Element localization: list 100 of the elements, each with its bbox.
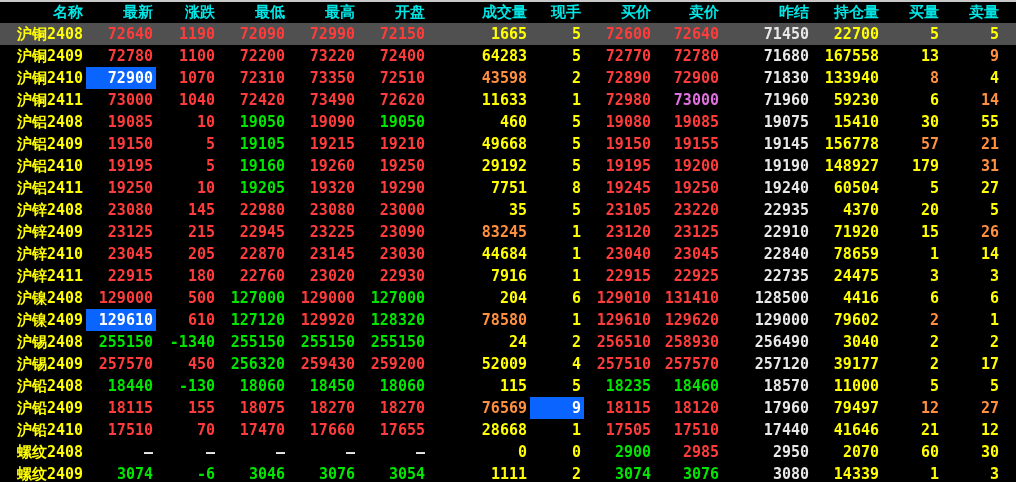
table-cell: 2950 [772,444,809,460]
table-cell: 255150 [230,334,285,350]
table-cell: 1 [929,466,939,482]
table-cell: 11633 [481,92,527,108]
table-row[interactable]: 沪铅2409 18115 155 18075 18270 18270 76569 9 18115 18120 17960 79497 12 27 [0,397,1016,419]
table-cell: 19145 [763,136,809,152]
table-cell: 257120 [754,356,809,372]
column-header[interactable]: 卖量 [942,2,1002,23]
table-row[interactable]: 沪铜2410 72900 1070 72310 73350 72510 43598 2 72890 72900 71830 133940 8 4 [0,67,1016,89]
table-cell: 70 [196,422,215,438]
table-cell: 72900 [107,70,153,86]
column-header[interactable]: 名称 [0,2,86,23]
table-cell: 259200 [370,356,425,372]
table-cell: 256510 [596,334,651,350]
table-cell: 1 [929,246,939,262]
table-cell: 19200 [673,158,719,174]
table-cell: 257510 [596,356,651,372]
column-header[interactable]: 成交量 [428,2,530,23]
table-cell: 23120 [605,224,651,240]
table-cell: 6 [929,290,939,306]
instrument-name: 沪锌2410 [15,243,84,265]
table-cell: 23030 [379,246,425,262]
table-cell: 2985 [682,444,719,460]
table-cell: 255150 [300,334,355,350]
table-cell: 17510 [107,422,153,438]
table-cell: 3046 [248,466,285,482]
column-header[interactable]: 开盘 [358,2,428,23]
table-row[interactable]: 沪铝2411 19250 10 19205 19320 19290 7751 8 19245 19250 19240 60504 5 27 [0,177,1016,199]
table-cell: 256320 [230,356,285,372]
table-cell: 205 [187,246,215,262]
table-cell: 129000 [754,312,809,328]
table-cell: 155 [187,400,215,416]
table-cell: 5 [929,180,939,196]
table-row[interactable]: 沪镍2408 129000 500 127000 129000 127000 204 6 129010 131410 128500 4416 6 6 [0,287,1016,309]
table-row[interactable]: 沪锡2409 257570 450 256320 259430 259200 52009 4 257510 257570 257120 39177 2 17 [0,353,1016,375]
table-row[interactable]: 沪铅2408 18440 -130 18060 18450 18060 115 5 18235 18460 18570 11000 5 5 [0,375,1016,397]
column-header[interactable]: 最新 [86,2,156,23]
table-row[interactable]: 沪铜2409 72780 1100 72200 73220 72400 64283 5 72770 72780 71680 167558 13 9 [0,45,1016,67]
table-cell: 22930 [379,268,425,284]
table-cell: 6 [989,290,999,306]
table-cell: 19195 [107,158,153,174]
table-cell: 6 [571,290,581,306]
instrument-name: 沪锌2408 [15,199,84,221]
table-row[interactable]: 沪铜2408 72640 1190 72090 72990 72150 1665 5 72600 72640 71450 22700 5 5 [0,23,1016,45]
table-cell: 52009 [481,356,527,372]
table-cell: 27 [980,180,999,196]
table-cell: 13 [920,48,939,64]
table-cell: 1100 [178,48,215,64]
table-cell: 19250 [673,180,719,196]
table-row[interactable]: 沪镍2409 129610 610 127120 129920 128320 78580 1 129610 129620 129000 79602 2 1 [0,309,1016,331]
table-row[interactable]: 沪锌2410 23045 205 22870 23145 23030 44684 1 23040 23045 22840 78659 1 14 [0,243,1016,265]
table-row[interactable]: 沪铝2409 19150 5 19105 19215 19210 49668 5 19150 19155 19145 156778 57 21 [0,133,1016,155]
table-cell: 6 [929,92,939,108]
column-header[interactable]: 最低 [218,2,288,23]
table-row[interactable]: 螺纹2409 3074 -6 3046 3076 3054 1111 2 3074 3076 3080 14339 1 3 [0,463,1016,482]
table-cell: 22735 [763,268,809,284]
table-cell: 129610 [596,312,651,328]
table-cell: 450 [187,356,215,372]
table-cell: 5 [989,202,999,218]
table-cell: 5 [205,136,215,152]
table-row[interactable]: 沪铅2410 17510 70 17470 17660 17655 28668 1 17505 17510 17440 41646 21 12 [0,419,1016,441]
table-row[interactable]: 沪铜2411 73000 1040 72420 73490 72620 11633 1 72980 73000 71960 59230 6 14 [0,89,1016,111]
table-cell: -130 [178,378,215,394]
column-header[interactable]: 昨结 [722,2,812,23]
table-cell: 72420 [239,92,285,108]
table-cell: 23020 [309,268,355,284]
table-cell: 21 [920,422,939,438]
table-cell: 19050 [239,114,285,130]
column-header[interactable]: 现手 [530,2,584,23]
table-row[interactable]: 沪锌2411 22915 180 22760 23020 22930 7916 1 22915 22925 22735 24475 3 3 [0,265,1016,287]
table-row[interactable]: 沪锡2408 255150 -1340 255150 255150 255150 24 2 256510 258930 256490 3040 2 2 [0,331,1016,353]
column-header[interactable]: 买价 [584,2,654,23]
table-cell: 23045 [107,246,153,262]
table-cell: 22700 [833,26,879,42]
table-row[interactable]: 螺纹2408 — — — — — 0 0 2900 2985 2950 2070 60 30 [0,441,1016,463]
table-cell: 2070 [842,444,879,460]
table-cell: 1 [571,92,581,108]
column-header[interactable]: 持仓量 [812,2,882,23]
table-row[interactable]: 沪锌2408 23080 145 22980 23080 23000 35 5 23105 23220 22935 4370 20 5 [0,199,1016,221]
table-row[interactable]: 沪铝2408 19085 10 19050 19090 19050 460 5 19080 19085 19075 15410 30 55 [0,111,1016,133]
table-cell: 17440 [763,422,809,438]
table-cell: 23220 [673,202,719,218]
table-cell: 72310 [239,70,285,86]
table-cell: 59230 [833,92,879,108]
table-cell: 21 [980,136,999,152]
table-cell: 72770 [605,48,651,64]
table-cell: 71920 [833,224,879,240]
column-header[interactable]: 最高 [288,2,358,23]
table-row[interactable]: 沪锌2409 23125 215 22945 23225 23090 83245 1 23120 23125 22910 71920 15 26 [0,221,1016,243]
table-cell: 24 [508,334,527,350]
table-cell: 10 [196,180,215,196]
column-header[interactable]: 卖价 [654,2,722,23]
table-cell: 5 [571,48,581,64]
column-header[interactable]: 买量 [882,2,942,23]
table-cell: 0 [571,444,581,460]
table-cell: 3074 [614,466,651,482]
table-cell: 73000 [107,92,153,108]
table-cell: 39177 [833,356,879,372]
column-header[interactable]: 涨跌 [156,2,218,23]
table-row[interactable]: 沪铝2410 19195 5 19160 19260 19250 29192 5 19195 19200 19190 148927 179 31 [0,155,1016,177]
